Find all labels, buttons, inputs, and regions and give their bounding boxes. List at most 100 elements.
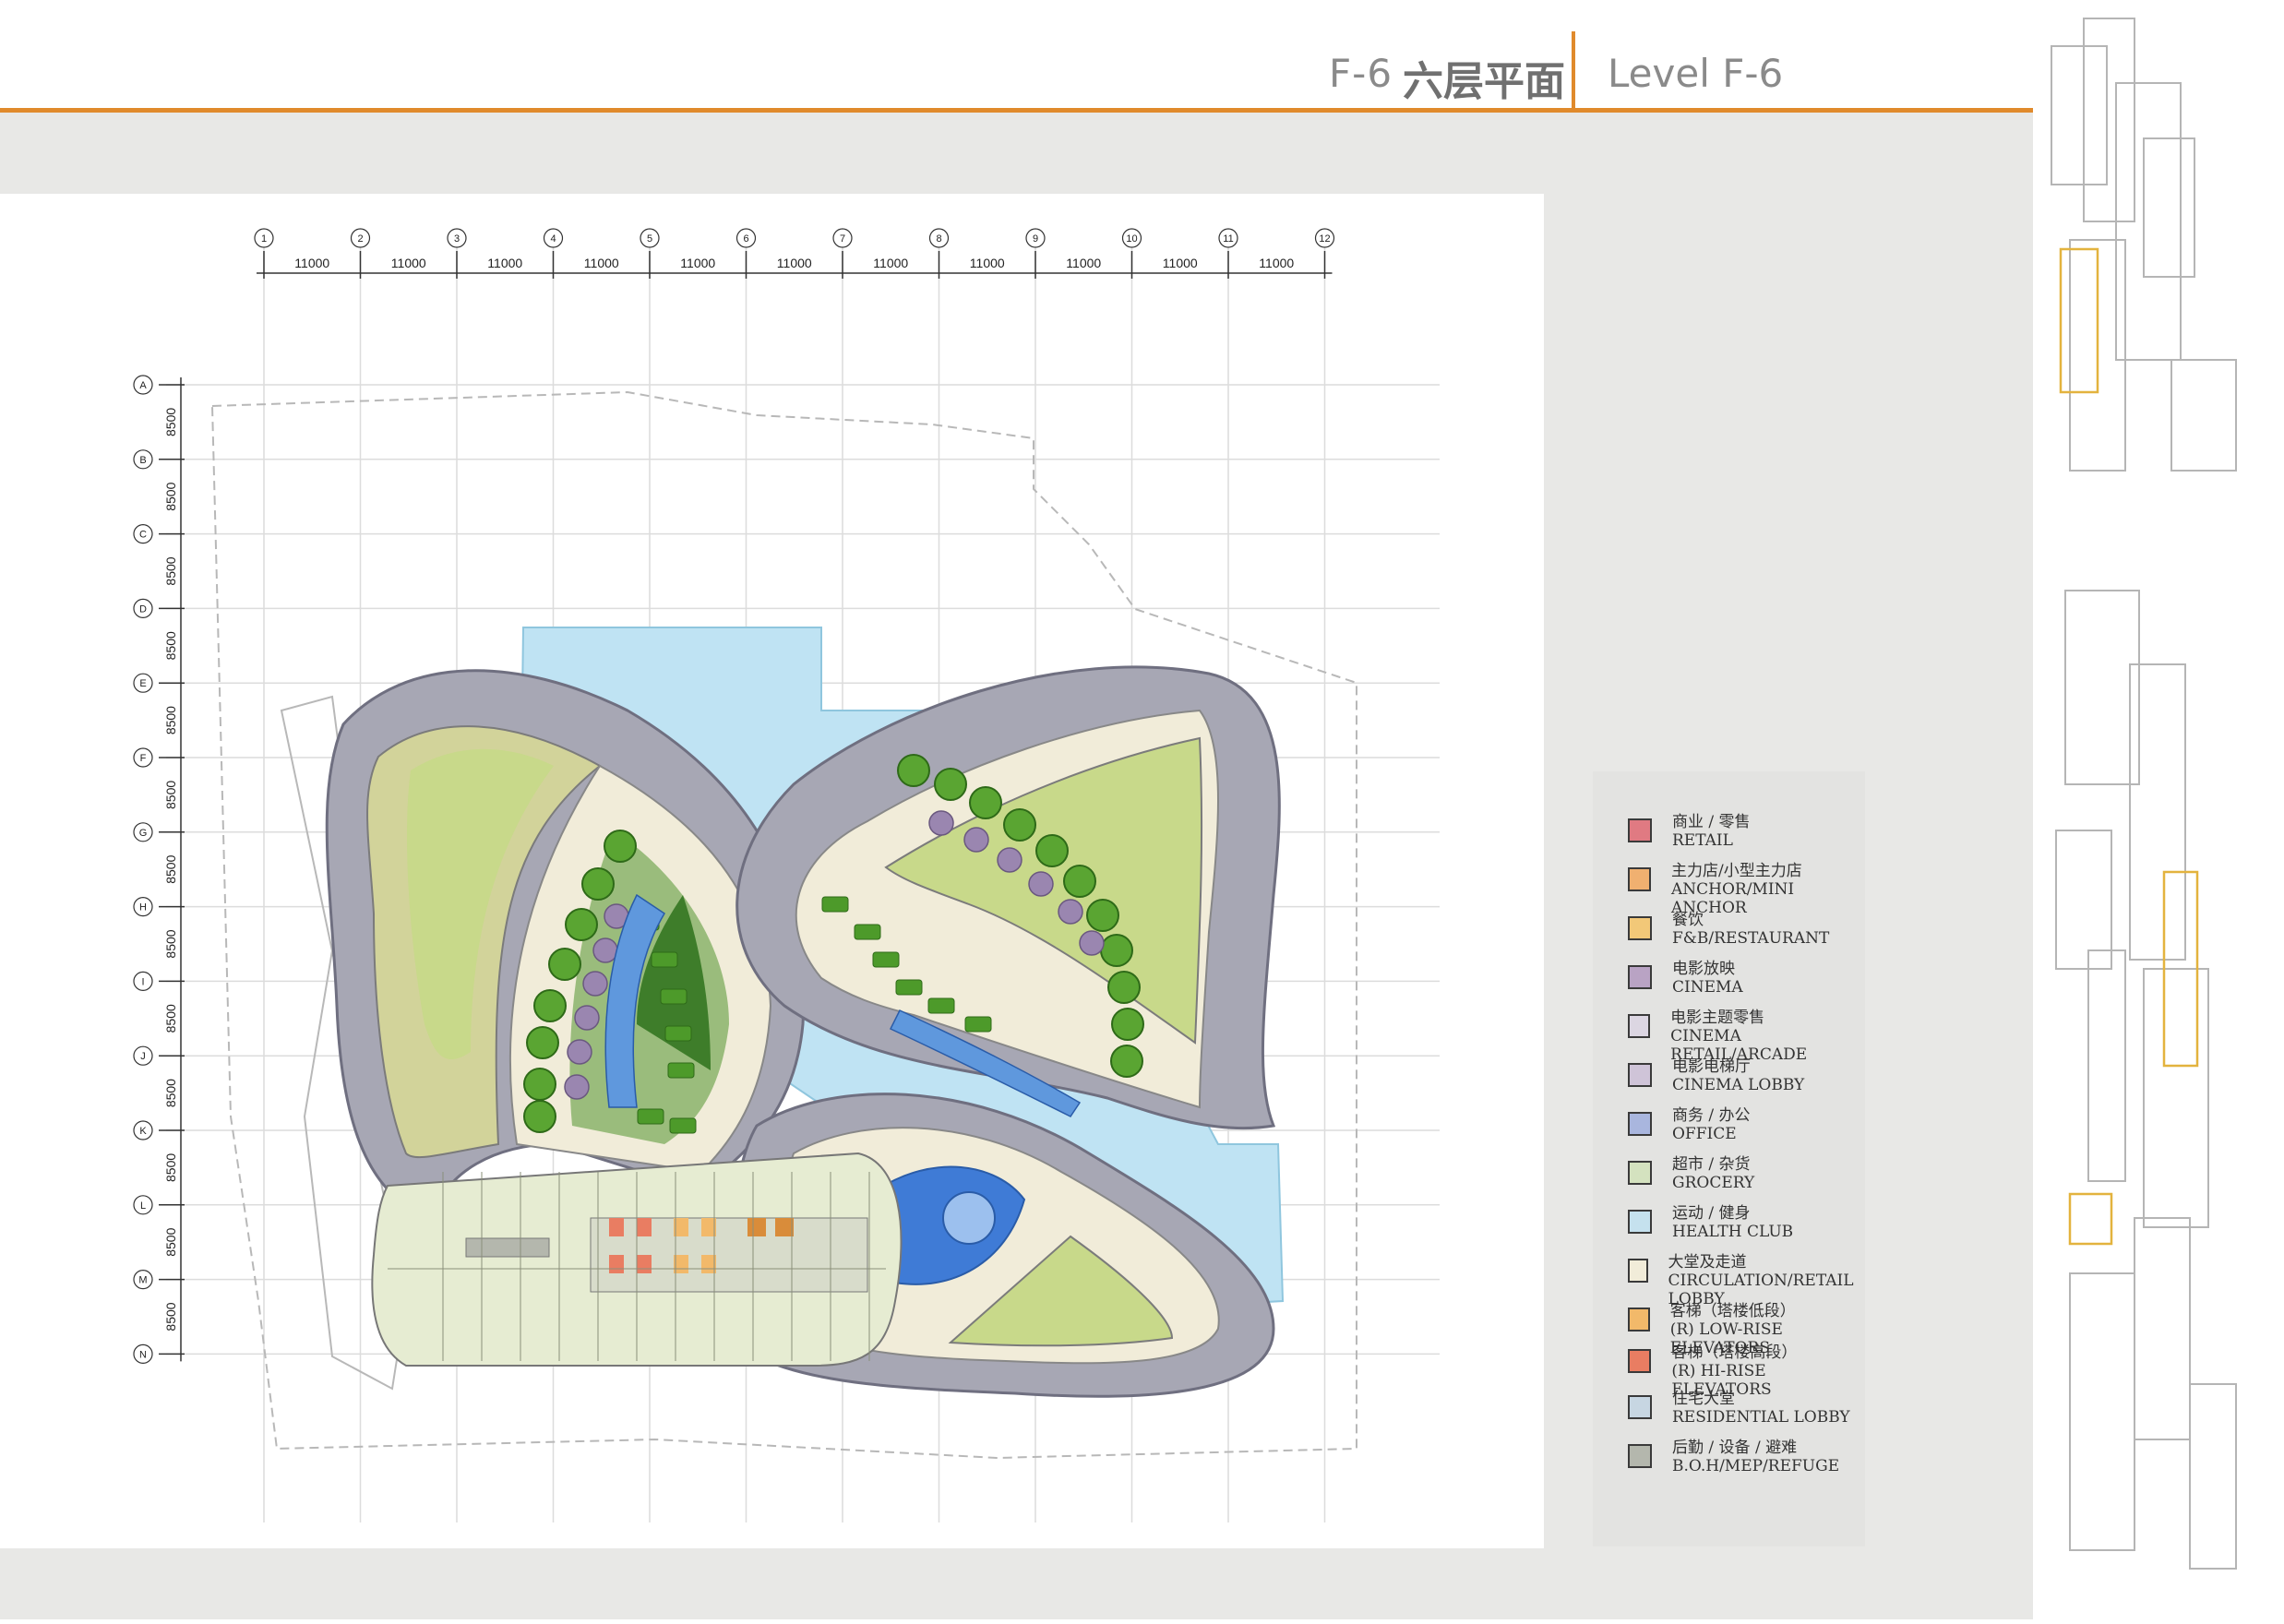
tree-canopy (523, 1100, 556, 1133)
planter-seat (564, 1074, 590, 1100)
grid-label-column: 4 (550, 233, 556, 245)
grid-label-column: 3 (454, 233, 460, 245)
title-divider (1572, 31, 1575, 111)
grid-dimension-row: 8500 (163, 706, 178, 734)
grid-dimension-column: 11000 (873, 256, 908, 270)
grid-dimension-column: 11000 (777, 256, 812, 270)
tree-canopy (565, 908, 598, 941)
drawing-code: F-6 (1329, 51, 1393, 96)
grid-dimension-column: 11000 (584, 256, 619, 270)
legend-panel: 商业 / 零售 RETAIL 主力店/小型主力店 ANCHOR/MINI ANCHO… (1593, 771, 1865, 1546)
grid-label-row: I (141, 976, 144, 987)
grid-label-column: 12 (1319, 233, 1330, 245)
legend-item: 超市 / 杂货 GROCERY (1628, 1155, 1754, 1192)
tree-canopy (533, 989, 567, 1022)
grid-label-column: 11 (1223, 233, 1233, 245)
grid-label-column: 7 (840, 233, 845, 245)
grid-label-row: J (140, 1051, 146, 1062)
grid-dimension-column: 11000 (680, 256, 715, 270)
grid-dimension-column: 11000 (487, 256, 522, 270)
green-block (872, 951, 900, 968)
tree-canopy (1003, 808, 1036, 842)
grid-label-column: 1 (261, 233, 267, 245)
legend-label-cn: 后勤 / 设备 / 避难 (1672, 1439, 1798, 1457)
grid-label-row: D (139, 603, 147, 615)
tree-canopy (1063, 865, 1096, 898)
legend-swatch (1628, 1161, 1652, 1185)
grid-label-column: 9 (1033, 233, 1038, 245)
planter-seat (592, 937, 618, 963)
legend-swatch (1628, 867, 1651, 891)
planter-seat (1028, 871, 1054, 897)
grid-dimension-row: 8500 (163, 1227, 178, 1256)
legend-label-cn: 客梯（塔楼高段） (1671, 1343, 1798, 1362)
tree-canopy (897, 754, 930, 787)
grid-label-column: 6 (743, 233, 748, 245)
tree-canopy (969, 786, 1002, 819)
grid-label-row: F (140, 753, 147, 764)
legend-swatch (1628, 1014, 1651, 1038)
grid-dimension-row: 8500 (163, 781, 178, 809)
tree-canopy (1110, 1045, 1143, 1078)
legend-label-en: RESIDENTIAL LOBBY (1672, 1408, 1850, 1427)
green-block (927, 997, 955, 1014)
legend-swatch (1628, 1112, 1652, 1136)
tree-canopy (581, 867, 615, 901)
legend-label-cn: 超市 / 杂货 (1672, 1155, 1751, 1174)
legend-swatch (1628, 965, 1652, 989)
legend-label-cn: 运动 / 健身 (1672, 1204, 1751, 1223)
green-block (895, 979, 923, 996)
tree-canopy (1111, 1008, 1144, 1041)
legend-label-en: HEALTH CLUB (1672, 1223, 1794, 1241)
legend-label-en: RETAIL (1672, 831, 1733, 850)
grid-dimension-row: 8500 (163, 854, 178, 883)
legend-label-en: CINEMA (1672, 978, 1743, 997)
green-block (637, 1108, 664, 1125)
grid-label-row: K (139, 1126, 147, 1137)
legend-label-cn: 电影电梯厅 (1672, 1057, 1751, 1076)
legend-label-en: GROCERY (1672, 1174, 1755, 1192)
grid-label-row: G (139, 828, 148, 839)
grid-label-row: E (139, 678, 146, 689)
tree-canopy (526, 1026, 559, 1059)
planter-seat (963, 827, 989, 853)
tree-canopy (1086, 899, 1119, 932)
floor-plan: 1 11000 2 11000 3 11000 4 11000 5 11000 6 11000 7 110… (133, 228, 1440, 1522)
grid-dimension-row: 8500 (163, 1004, 178, 1033)
grid-label-column: 2 (357, 233, 363, 245)
grid-label-row: C (139, 530, 147, 541)
grid-label-row: M (138, 1275, 147, 1286)
legend-label-cn: 电影主题零售 (1670, 1009, 1765, 1027)
decorative-side-strip (2033, 0, 2284, 1619)
tree-canopy (604, 830, 637, 863)
grid-label-column: 8 (936, 233, 941, 245)
legend-swatch (1628, 916, 1652, 940)
decorative-pattern (2051, 18, 2237, 1570)
legend-item: 餐饮 F&B/RESTAURANT (1628, 911, 1829, 948)
legend-label-cn: 电影放映 (1672, 960, 1735, 978)
tree-canopy (523, 1068, 556, 1101)
legend-swatch (1628, 1210, 1652, 1234)
legend-item: 主力店/小型主力店 ANCHOR/MINI ANCHOR (1628, 862, 1865, 917)
green-block (964, 1016, 992, 1033)
legend-label-cn: 大堂及走道 (1668, 1253, 1747, 1272)
legend-item: 商务 / 办公 OFFICE (1628, 1106, 1751, 1143)
green-block (669, 1117, 697, 1134)
planter-seat (1079, 930, 1105, 956)
legend-item: 电影放映 CINEMA (1628, 960, 1743, 997)
green-block (664, 1025, 692, 1042)
legend-label-cn: 主力店/小型主力店 (1670, 862, 1802, 880)
grid-dimension-column: 11000 (970, 256, 1005, 270)
legend-item: 住宅大堂 RESIDENTIAL LOBBY (1628, 1390, 1850, 1427)
legend-label-cn: 住宅大堂 (1672, 1390, 1735, 1408)
green-block (821, 896, 849, 913)
green-block (651, 951, 678, 968)
grid-dimension-column: 11000 (391, 256, 426, 270)
planter-seat (567, 1039, 592, 1065)
tree-canopy (548, 948, 581, 981)
legend-label-cn: 商业 / 零售 (1672, 813, 1751, 831)
grid-dimension-column: 11000 (294, 256, 329, 270)
planter-seat (1058, 899, 1083, 925)
grid-label-column: 5 (647, 233, 652, 245)
grid-dimension-row: 8500 (163, 1079, 178, 1107)
